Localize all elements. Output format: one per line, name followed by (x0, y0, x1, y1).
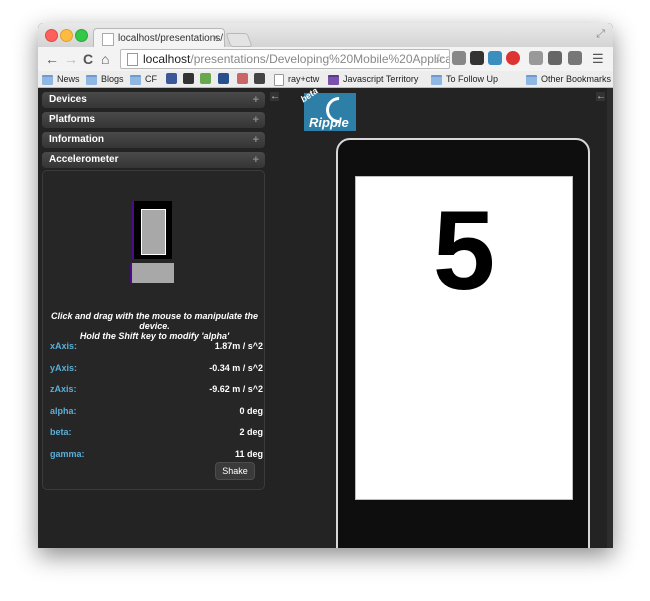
bookmark-icon[interactable] (218, 73, 229, 84)
section-information[interactable]: Information + (42, 132, 265, 148)
folder-icon (130, 74, 141, 85)
bookmark-other-bookmarks[interactable]: Other Bookmarks (526, 73, 611, 85)
screen-display-text: 5 (432, 188, 496, 313)
xaxis-row: xAxis: 1.87m / s^2 (50, 341, 263, 353)
xaxis-label: xAxis: (50, 341, 78, 351)
page-icon (274, 73, 284, 86)
section-platforms[interactable]: Platforms + (42, 112, 265, 128)
expand-icon[interactable]: + (253, 152, 259, 168)
device-3d-model[interactable] (130, 201, 174, 285)
bookmark-cf[interactable]: CF (130, 73, 157, 85)
ripple-emulator: Devices + Platforms + Information + Acce… (38, 86, 613, 548)
collapse-left-panel-icon[interactable]: ← (270, 92, 280, 102)
url-host: localhost (143, 52, 191, 66)
page-icon (127, 53, 138, 66)
bookmark-icon[interactable] (237, 73, 248, 84)
reload-button[interactable]: C (83, 50, 93, 68)
expand-icon[interactable]: + (253, 92, 259, 108)
zaxis-label: zAxis: (50, 384, 77, 394)
xaxis-value: 1.87m / s^2 (214, 341, 263, 351)
folder-icon (431, 74, 442, 85)
expand-icon[interactable]: + (253, 132, 259, 148)
menu-icon[interactable]: ☰ (592, 50, 604, 68)
emulated-device: 5 (336, 138, 590, 548)
ripple-extension-icon[interactable] (488, 51, 502, 65)
device-viewport[interactable]: 5 (355, 176, 573, 500)
beta-value: 2 deg (239, 427, 263, 437)
tab-title: localhost/presentations/Dev (118, 33, 224, 44)
device-screen-model (141, 209, 166, 255)
beta-label: beta: (50, 427, 72, 437)
page-icon (102, 33, 114, 46)
zaxis-row: zAxis: -9.62 m / s^2 (50, 384, 263, 396)
minimize-window-button[interactable] (60, 29, 73, 42)
calendar-bookmark-icon[interactable] (166, 73, 177, 84)
extension-icon[interactable] (470, 51, 484, 65)
bookmark-blogs[interactable]: Blogs (86, 73, 124, 85)
expand-icon[interactable]: + (253, 112, 259, 128)
site-icon (328, 74, 339, 85)
extension-icon[interactable] (529, 51, 543, 65)
lightning-bookmark-icon[interactable] (254, 73, 265, 84)
home-button[interactable]: ⌂ (101, 50, 109, 68)
section-devices[interactable]: Devices + (42, 92, 265, 108)
bookmark-ray-ctw[interactable]: ray+ctw (274, 73, 319, 86)
bookmark-news[interactable]: News (42, 73, 80, 85)
extension-icon[interactable] (568, 51, 582, 65)
opera-extension-icon[interactable] (506, 51, 520, 65)
fullscreen-icon[interactable]: ⤢ (596, 28, 605, 41)
bookmark-icon[interactable] (183, 73, 194, 84)
zaxis-value: -9.62 m / s^2 (209, 384, 263, 394)
gamma-value: 11 deg (234, 449, 263, 459)
ripple-wordmark: Ripple (309, 115, 349, 130)
section-accelerometer[interactable]: Accelerometer + (42, 152, 265, 168)
database-extension-icon[interactable] (452, 51, 466, 65)
yaxis-label: yAxis: (50, 363, 78, 373)
collapse-right-panel-icon[interactable]: ← (596, 92, 606, 102)
accelerometer-panel: Click and drag with the mouse to manipul… (42, 170, 265, 490)
beta-row: beta: 2 deg (50, 427, 263, 439)
maximize-window-button[interactable] (75, 29, 88, 42)
yaxis-value: -0.34 m / s^2 (209, 363, 263, 373)
bookmark-to-follow-up[interactable]: To Follow Up (431, 73, 498, 85)
title-bar: localhost/presentations/Dev × ⤢ (38, 23, 613, 48)
page-scrollbar[interactable] (607, 88, 613, 548)
back-button[interactable]: ← (45, 50, 59, 68)
new-tab-button[interactable] (225, 33, 253, 47)
alpha-row: alpha: 0 deg (50, 406, 263, 418)
bookmark-icon[interactable] (200, 73, 211, 84)
extension-icon[interactable] (548, 51, 562, 65)
close-window-button[interactable] (45, 29, 58, 42)
device-side (130, 263, 174, 283)
sidebar-panel: Devices + Platforms + Information + Acce… (42, 92, 265, 490)
ripple-logo: beta Ripple (299, 86, 358, 131)
tab-close-icon[interactable]: × (213, 29, 219, 48)
browser-window: localhost/presentations/Dev × ⤢ ← → C ⌂ … (38, 23, 613, 548)
url-path: /presentations/Developing%20Mobile%20App… (190, 52, 450, 66)
folder-icon (42, 74, 53, 85)
address-bar[interactable]: localhost/presentations/Developing%20Mob… (120, 49, 450, 69)
forward-button[interactable]: → (64, 50, 78, 68)
alpha-label: alpha: (50, 406, 77, 416)
browser-tab[interactable]: localhost/presentations/Dev × (93, 28, 225, 48)
alpha-value: 0 deg (239, 406, 263, 416)
accelerometer-instructions: Click and drag with the mouse to manipul… (50, 311, 259, 341)
bookmarks-bar: News Blogs CF ray+ctw Javascript Territo… (38, 71, 613, 88)
yaxis-row: yAxis: -0.34 m / s^2 (50, 363, 263, 375)
folder-icon (526, 74, 537, 85)
gamma-row: gamma: 11 deg (50, 449, 263, 461)
shake-button[interactable]: Shake (215, 462, 255, 480)
folder-icon (86, 74, 97, 85)
bookmark-star-icon[interactable]: ☆ (433, 50, 445, 68)
browser-toolbar: ← → C ⌂ localhost/presentations/Developi… (38, 47, 613, 71)
beta-badge: beta (298, 85, 320, 105)
gamma-label: gamma: (50, 449, 85, 459)
bookmark-javascript-territory[interactable]: Javascript Territory (328, 73, 418, 85)
